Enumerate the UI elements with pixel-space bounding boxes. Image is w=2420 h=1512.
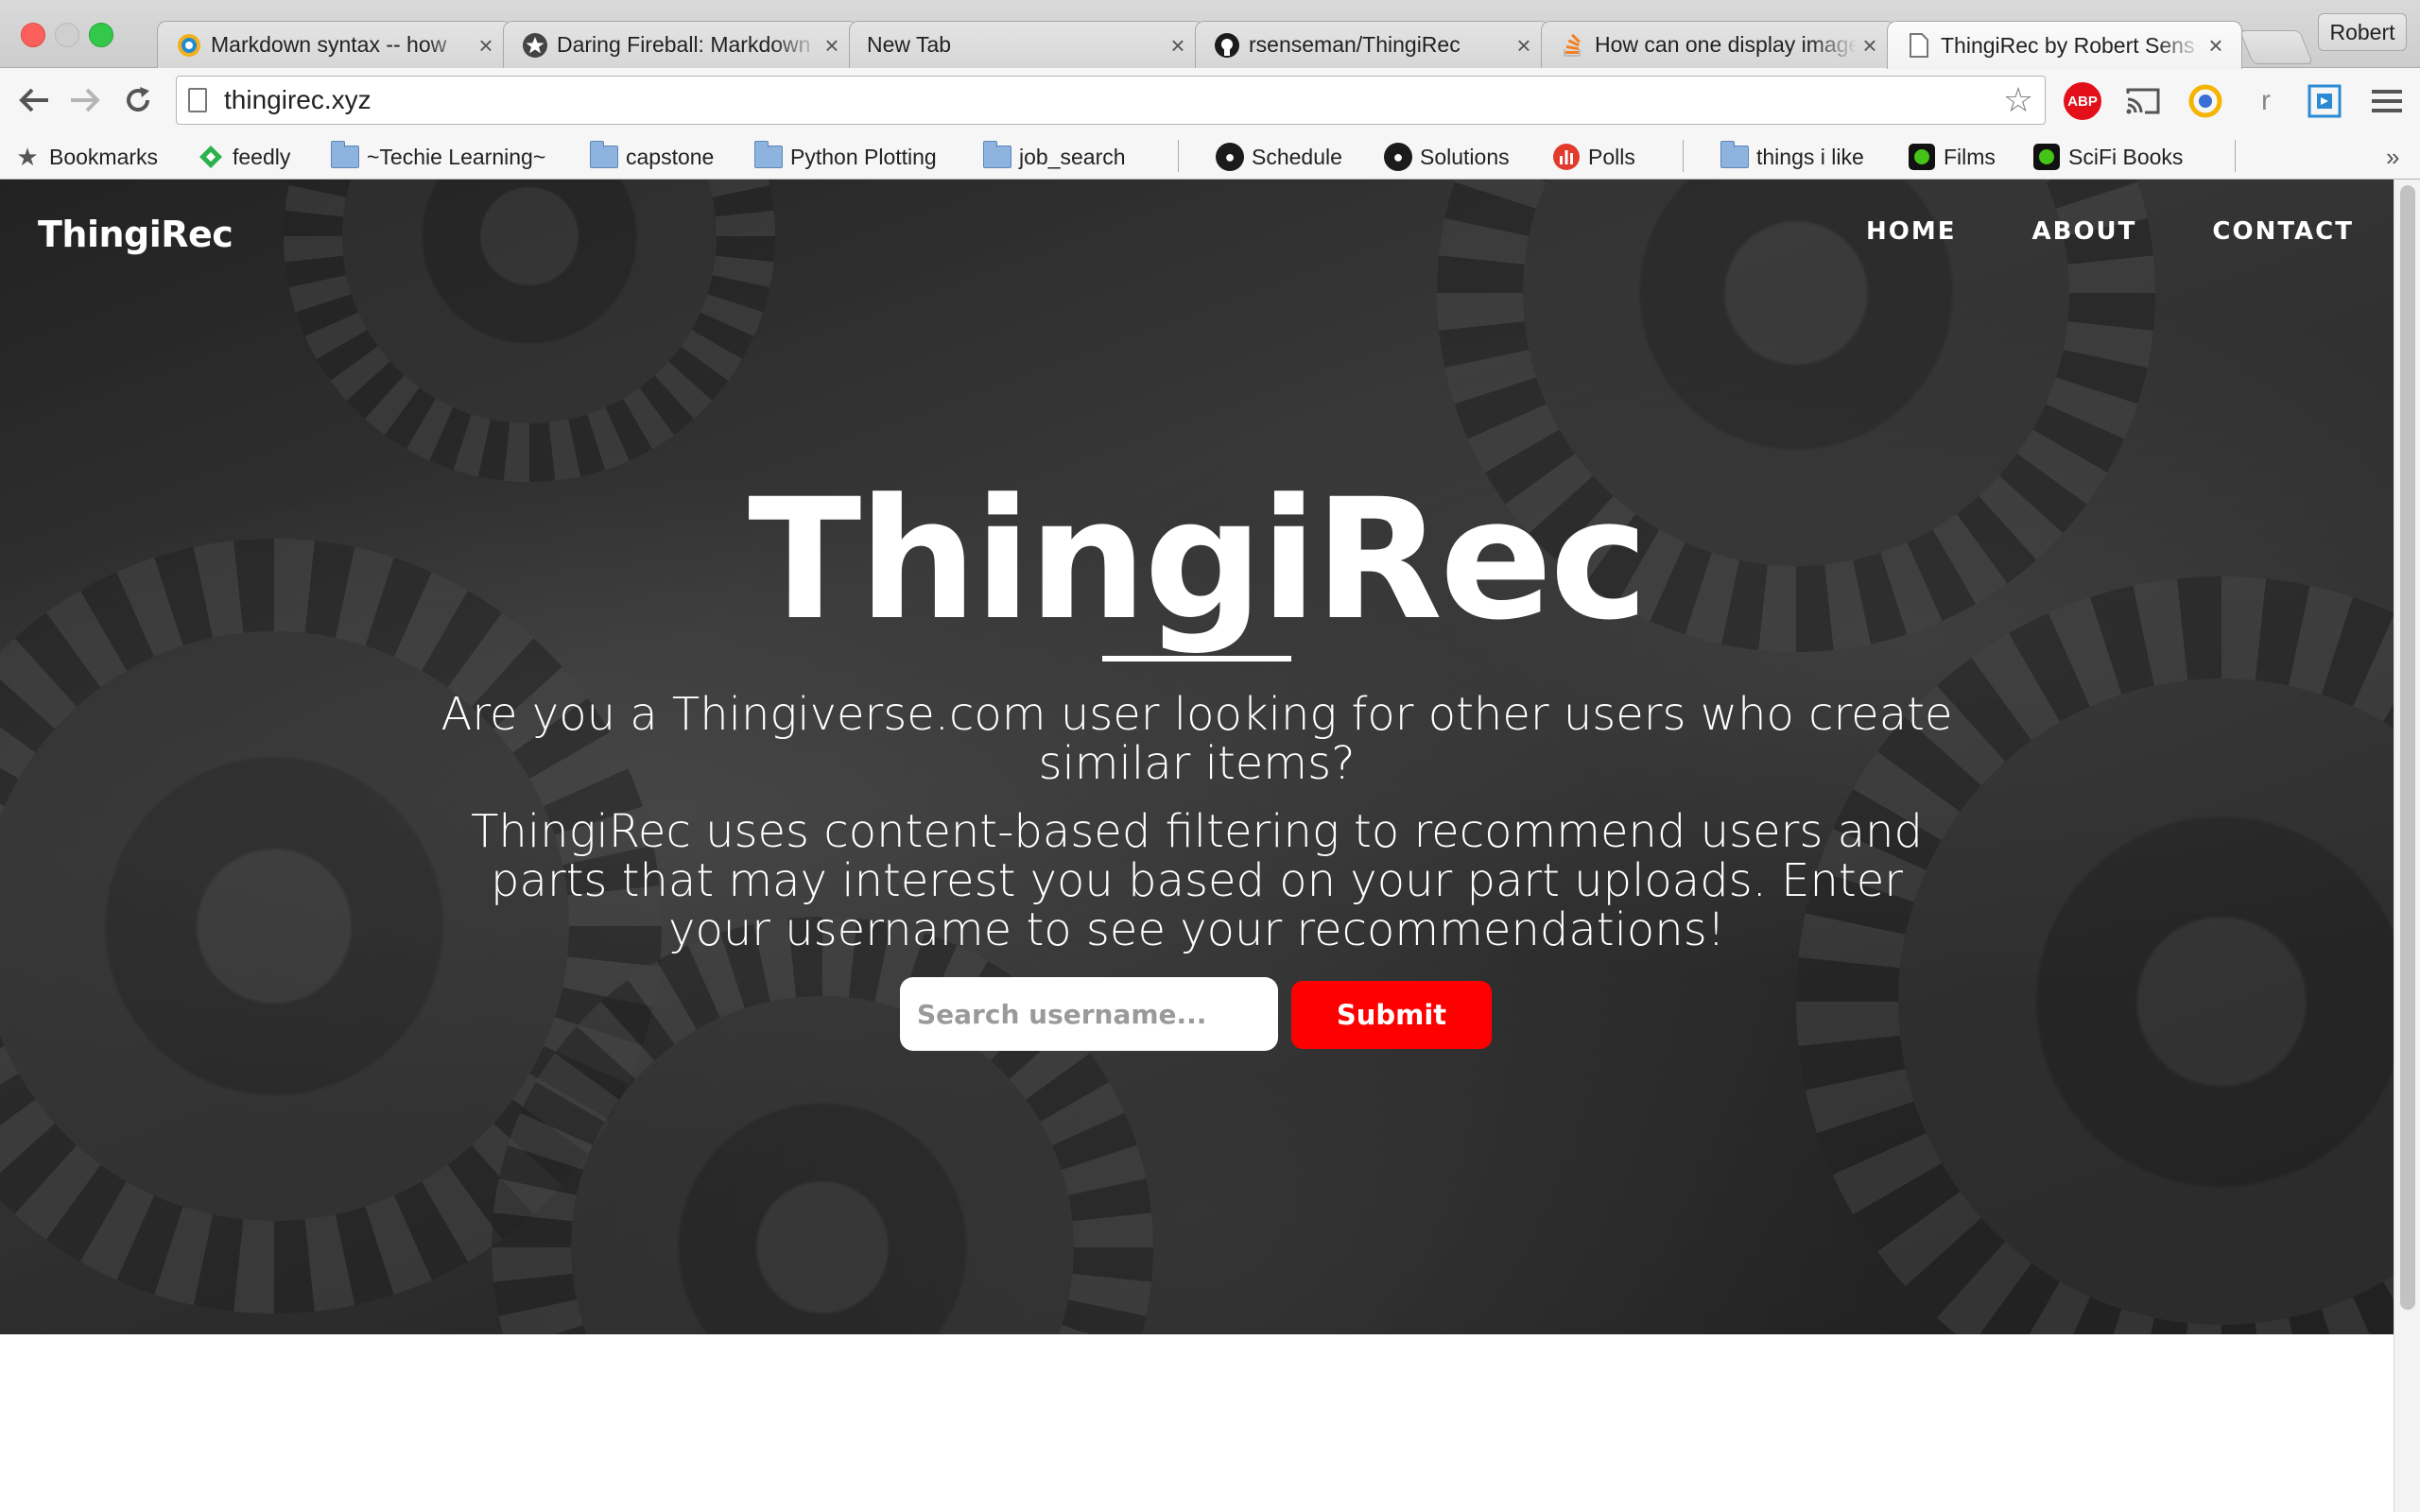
cast-icon[interactable] xyxy=(2123,81,2163,121)
tab-title: Daring Fireball: Markdown xyxy=(557,32,811,57)
bookmark-item[interactable]: job_search xyxy=(983,140,1126,174)
bookmark-item[interactable]: ~Techie Learning~ xyxy=(331,140,545,174)
bookmark-item[interactable]: SciFi Books xyxy=(2032,140,2183,174)
tab-strip: Markdown syntax -- how × Daring Fireball… xyxy=(0,0,2420,69)
bookmark-item[interactable]: ★ Bookmarks xyxy=(13,140,158,174)
minimize-window-button[interactable] xyxy=(55,23,79,47)
adblock-plus-icon[interactable]: ABP xyxy=(2063,81,2102,121)
back-arrow-icon[interactable] xyxy=(15,81,53,119)
new-tab-button[interactable] xyxy=(2238,30,2314,64)
maximize-window-button[interactable] xyxy=(89,23,113,47)
site-brand-link[interactable]: ThingiRec xyxy=(38,214,233,255)
bookmark-separator xyxy=(1683,140,1684,172)
close-icon[interactable]: × xyxy=(1858,31,1882,60)
tab-title: Markdown syntax -- how xyxy=(211,32,447,57)
forward-arrow-icon[interactable] xyxy=(66,81,104,119)
nav-home-link[interactable]: HOME xyxy=(1866,217,1957,246)
hero-lead-question: Are you a Thingiverse.com user looking f… xyxy=(441,688,1953,790)
close-icon[interactable]: × xyxy=(2204,31,2228,60)
page-icon xyxy=(1905,31,1933,60)
page-scrollbar[interactable] xyxy=(2394,180,2420,1512)
more-bookmarks-chevron[interactable]: » xyxy=(2386,140,2399,174)
github-icon: ● xyxy=(1216,143,1244,171)
folder-icon xyxy=(590,141,618,171)
polls-icon xyxy=(1552,143,1581,171)
bookmark-item[interactable]: Films xyxy=(1908,140,1996,174)
bookmark-item[interactable]: Python Plotting xyxy=(754,140,937,174)
close-window-button[interactable] xyxy=(21,23,45,47)
page-icon xyxy=(188,88,207,112)
bookmark-item[interactable]: things i like xyxy=(1720,140,1864,174)
close-icon[interactable]: × xyxy=(820,31,844,60)
tab-title: ThingiRec by Robert Sens xyxy=(1941,32,2195,58)
hero-lead-description: ThingiRec uses content-based filtering t… xyxy=(471,805,1923,956)
circle-extension-icon[interactable] xyxy=(2186,81,2225,121)
web-page: ThingiRec HOME ABOUT CONTACT ThingiRec A… xyxy=(0,180,2420,1512)
hero-section: ThingiRec HOME ABOUT CONTACT ThingiRec A… xyxy=(0,180,2394,1334)
tab-markdown-syntax[interactable]: Markdown syntax -- how × xyxy=(157,21,512,68)
stackoverflow-icon xyxy=(1559,31,1587,60)
folder-icon xyxy=(983,141,1011,171)
close-icon[interactable]: × xyxy=(474,31,498,60)
hero-title: ThingiRec xyxy=(748,463,1649,657)
bookmark-item[interactable]: Polls xyxy=(1552,140,1635,174)
feedly-icon xyxy=(197,143,225,171)
nav-about-link[interactable]: ABOUT xyxy=(2032,217,2137,246)
site-nav: HOME ABOUT CONTACT xyxy=(1866,217,2354,246)
address-bar[interactable]: thingirec.xyz ☆ xyxy=(176,76,2046,125)
tab-stackoverflow[interactable]: How can one display image × xyxy=(1541,21,1896,68)
close-icon[interactable]: × xyxy=(1512,31,1536,60)
folder-icon xyxy=(331,141,359,171)
reload-icon[interactable] xyxy=(119,81,157,119)
star-circle-icon xyxy=(521,31,549,60)
bookmark-separator xyxy=(2235,140,2236,172)
browser-toolbar: thingirec.xyz ☆ ABP r xyxy=(0,68,2420,134)
github-icon: ● xyxy=(1384,143,1412,171)
profile-button[interactable]: Robert xyxy=(2318,13,2407,51)
tab-title: How can one display image xyxy=(1595,32,1858,57)
hero-divider xyxy=(1102,656,1291,662)
folder-icon xyxy=(1720,141,1749,171)
tab-github-thingirec[interactable]: rsenseman/ThingiRec × xyxy=(1195,21,1550,68)
star-icon: ★ xyxy=(16,142,39,171)
tab-title: rsenseman/ThingiRec xyxy=(1249,32,1461,57)
nav-contact-link[interactable]: CONTACT xyxy=(2212,217,2354,246)
menu-icon[interactable] xyxy=(2367,81,2407,121)
scrollbar-thumb[interactable] xyxy=(2400,185,2415,1310)
bookmark-item[interactable]: ● Solutions xyxy=(1384,140,1510,174)
username-search-input[interactable] xyxy=(900,977,1278,1051)
bookmark-item[interactable]: ● Schedule xyxy=(1216,140,1342,174)
tab-new-tab[interactable]: New Tab × xyxy=(849,21,1204,68)
close-icon[interactable]: × xyxy=(1166,31,1190,60)
bookmark-star-icon[interactable]: ☆ xyxy=(1999,80,2037,120)
green-circle-icon xyxy=(1908,143,1936,171)
tab-title: New Tab xyxy=(867,32,952,57)
chat-bubble-icon xyxy=(175,31,203,60)
green-circle-icon xyxy=(2032,143,2061,171)
tab-thingirec-active[interactable]: ThingiRec by Robert Sens × xyxy=(1887,21,2242,69)
bookmark-item[interactable]: capstone xyxy=(590,140,714,174)
url-text[interactable]: thingirec.xyz xyxy=(224,85,1999,115)
bookmark-separator xyxy=(1178,140,1179,172)
github-icon xyxy=(1213,31,1241,60)
bookmark-item[interactable]: feedly xyxy=(197,140,290,174)
tab-daring-fireball[interactable]: Daring Fireball: Markdown × xyxy=(503,21,858,68)
bookmarks-bar: ★ Bookmarks feedly ~Techie Learning~ cap… xyxy=(0,134,2420,180)
screen-capture-icon[interactable] xyxy=(2305,81,2344,121)
submit-button[interactable]: Submit xyxy=(1291,981,1492,1049)
folder-icon xyxy=(754,141,783,171)
r-extension-icon[interactable]: r xyxy=(2246,81,2286,121)
